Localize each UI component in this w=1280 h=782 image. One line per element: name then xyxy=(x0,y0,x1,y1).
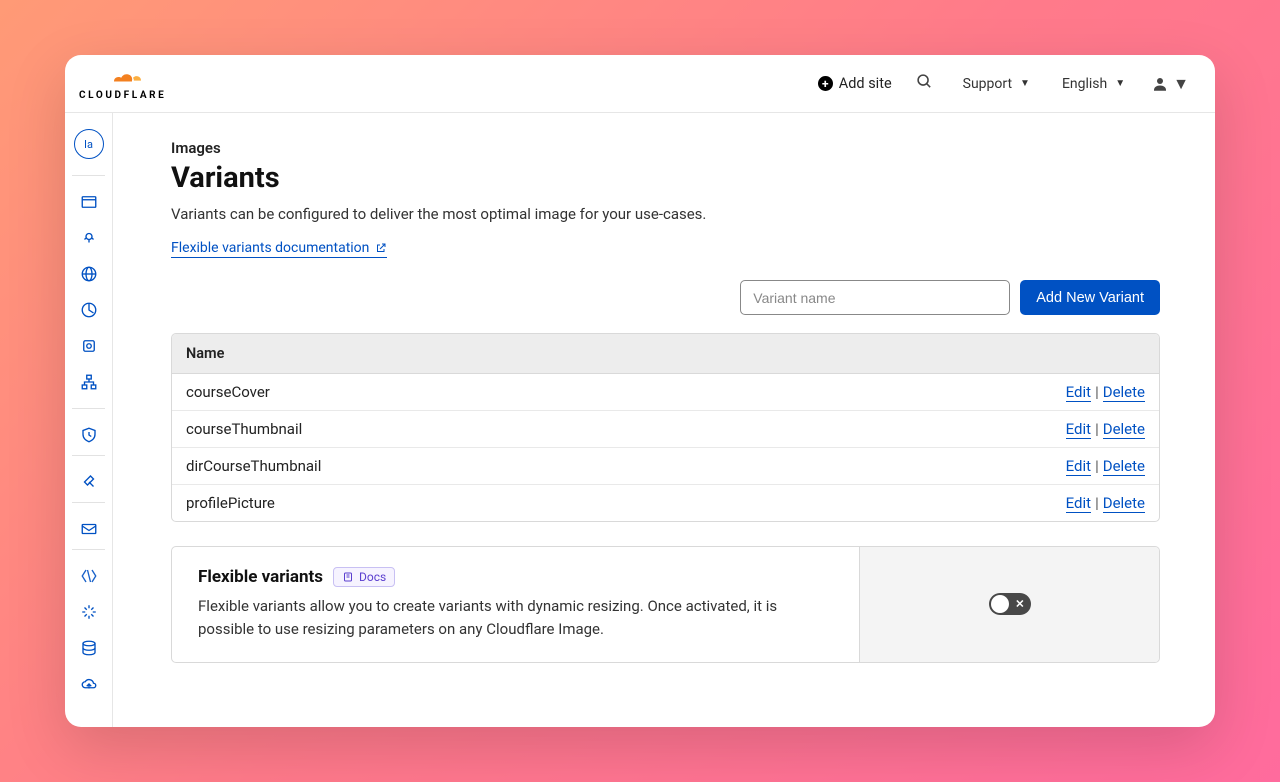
book-icon xyxy=(342,571,354,583)
language-dropdown[interactable]: English ▼ xyxy=(1056,72,1131,96)
support-dropdown[interactable]: Support ▼ xyxy=(957,72,1036,96)
variant-name: profilePicture xyxy=(186,494,275,512)
variant-name: courseCover xyxy=(186,383,270,401)
workers-icon[interactable] xyxy=(65,558,112,594)
brand-text: CLOUDFLARE xyxy=(79,90,166,101)
table-row: courseCover Edit|Delete xyxy=(172,374,1159,411)
row-actions: Edit|Delete xyxy=(1066,420,1145,438)
main-content: Images Variants Variants can be configur… xyxy=(113,113,1215,727)
x-icon: ✕ xyxy=(1015,598,1024,611)
email-icon[interactable] xyxy=(65,511,112,547)
chevron-down-icon: ▼ xyxy=(1115,78,1125,89)
storage-icon[interactable] xyxy=(65,630,112,666)
delete-link[interactable]: Delete xyxy=(1103,420,1145,439)
external-link-icon xyxy=(375,242,387,254)
discover-icon[interactable] xyxy=(65,220,112,256)
table-row: courseThumbnail Edit|Delete xyxy=(172,411,1159,448)
breadcrumb: Images xyxy=(171,139,1160,157)
flexible-variants-panel: Flexible variants Docs Flexible variants… xyxy=(171,546,1160,663)
chevron-down-icon: ▼ xyxy=(1020,78,1030,89)
action-row: Add New Variant xyxy=(171,280,1160,315)
edit-link[interactable]: Edit xyxy=(1066,494,1091,513)
domains-icon[interactable] xyxy=(65,256,112,292)
variant-name: courseThumbnail xyxy=(186,420,302,438)
waf-icon[interactable] xyxy=(65,417,112,453)
cloud-icon[interactable] xyxy=(65,666,112,702)
add-site-label: Add site xyxy=(839,75,892,92)
person-icon xyxy=(1151,75,1169,93)
user-menu[interactable]: ▼ xyxy=(1151,74,1189,94)
trace-icon[interactable] xyxy=(65,364,112,400)
delete-link[interactable]: Delete xyxy=(1103,383,1145,402)
panel-title: Flexible variants xyxy=(198,567,323,587)
page-title: Variants xyxy=(171,161,1160,195)
turnstile-icon[interactable] xyxy=(65,464,112,500)
table-row: dirCourseThumbnail Edit|Delete xyxy=(172,448,1159,485)
sidebar: Ia xyxy=(65,113,113,727)
flexible-variants-doc-link[interactable]: Flexible variants documentation xyxy=(171,240,387,258)
variants-table: Name courseCover Edit|Delete courseThumb… xyxy=(171,333,1160,522)
chevron-down-icon: ▼ xyxy=(1173,74,1189,94)
add-new-variant-button[interactable]: Add New Variant xyxy=(1020,280,1160,315)
delete-link[interactable]: Delete xyxy=(1103,494,1145,513)
body: Ia Images Variants Variants can be confi xyxy=(65,113,1215,727)
search-icon[interactable] xyxy=(912,69,937,98)
ai-icon[interactable] xyxy=(65,594,112,630)
security-center-icon[interactable] xyxy=(65,328,112,364)
row-actions: Edit|Delete xyxy=(1066,457,1145,475)
analytics-icon[interactable] xyxy=(65,292,112,328)
add-site-button[interactable]: + Add site xyxy=(818,75,892,92)
app-window: CLOUDFLARE + Add site Support ▼ English … xyxy=(65,55,1215,727)
cloudflare-logo[interactable]: CLOUDFLARE xyxy=(79,66,166,101)
page-description: Variants can be configured to deliver th… xyxy=(171,205,1160,223)
edit-link[interactable]: Edit xyxy=(1066,457,1091,476)
panel-description: Flexible variants allow you to create va… xyxy=(198,595,833,642)
edit-link[interactable]: Edit xyxy=(1066,383,1091,402)
row-actions: Edit|Delete xyxy=(1066,383,1145,401)
docs-pill[interactable]: Docs xyxy=(333,567,395,587)
table-header: Name xyxy=(172,334,1159,374)
flexible-variants-toggle[interactable]: ✕ xyxy=(989,593,1031,615)
edit-link[interactable]: Edit xyxy=(1066,420,1091,439)
variant-name-input[interactable] xyxy=(740,280,1010,315)
account-chip[interactable]: Ia xyxy=(74,129,104,159)
variant-name: dirCourseThumbnail xyxy=(186,457,321,475)
delete-link[interactable]: Delete xyxy=(1103,457,1145,476)
toggle-knob xyxy=(991,595,1009,613)
topbar: CLOUDFLARE + Add site Support ▼ English … xyxy=(65,55,1215,113)
websites-icon[interactable] xyxy=(65,184,112,220)
cloudflare-icon xyxy=(101,68,145,86)
table-row: profilePicture Edit|Delete xyxy=(172,485,1159,521)
plus-icon: + xyxy=(818,76,833,91)
row-actions: Edit|Delete xyxy=(1066,494,1145,512)
